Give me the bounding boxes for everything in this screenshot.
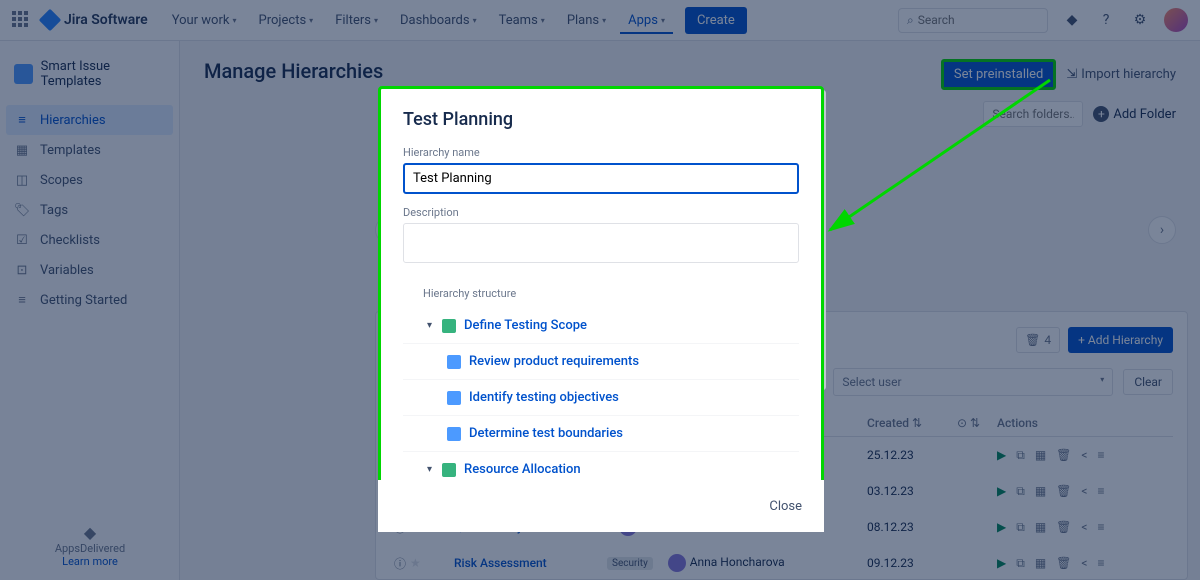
issue-type-icon — [442, 463, 456, 477]
issue-type-icon — [442, 319, 456, 333]
issue-type-icon — [447, 391, 461, 405]
issue-type-icon — [447, 427, 461, 441]
structure-item[interactable]: Review product requirements — [403, 344, 799, 380]
modal-close-button[interactable]: Close — [769, 499, 802, 514]
issue-type-icon — [447, 355, 461, 369]
desc-label: Description — [403, 206, 799, 219]
structure-item[interactable]: Identify testing objectives — [403, 380, 799, 416]
chevron-down-icon[interactable]: ▾ — [427, 464, 432, 475]
structure-item[interactable]: ▾Define Testing Scope — [403, 308, 799, 344]
hierarchy-name-input[interactable] — [403, 163, 799, 194]
chevron-down-icon[interactable]: ▾ — [427, 320, 432, 331]
description-textarea[interactable] — [403, 223, 799, 263]
structure-label: Hierarchy structure — [423, 287, 799, 300]
name-label: Hierarchy name — [403, 146, 799, 159]
hierarchy-modal: Test Planning Hierarchy name Description… — [378, 86, 824, 511]
structure-item[interactable]: Determine test boundaries — [403, 416, 799, 452]
modal-title: Test Planning — [403, 109, 799, 130]
